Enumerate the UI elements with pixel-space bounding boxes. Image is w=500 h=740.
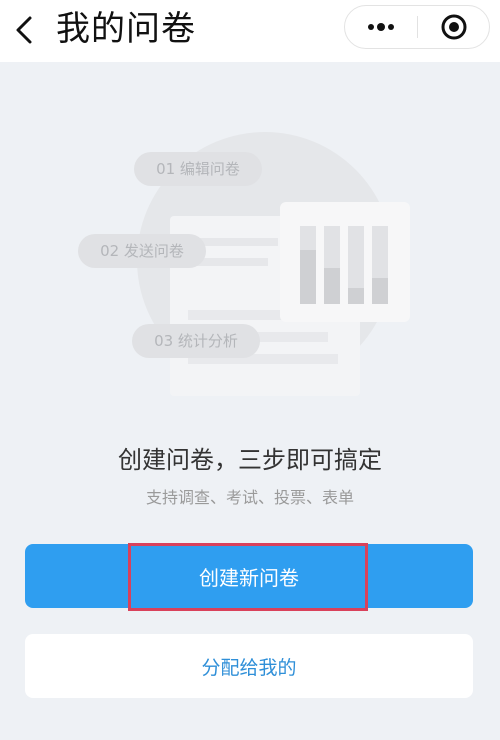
chevron-left-icon[interactable]: [10, 12, 38, 48]
create-questionnaire-button[interactable]: 创建新问卷: [25, 544, 473, 608]
page-title: 我的问卷: [56, 9, 196, 49]
svg-text:02 发送问卷: 02 发送问卷: [100, 242, 184, 260]
target-circle-icon: [441, 14, 467, 40]
close-button[interactable]: [418, 6, 490, 48]
svg-text:03 统计分析: 03 统计分析: [154, 332, 238, 350]
headline: 创建问卷，三步即可搞定: [118, 446, 382, 474]
step-pill-edit: 01 编辑问卷: [134, 152, 262, 186]
subline: 支持调查、考试、投票、表单: [145, 488, 354, 507]
top-bar: 我的问卷: [0, 0, 500, 62]
more-dots-icon: [368, 23, 394, 31]
assigned-to-me-button[interactable]: 分配给我的: [25, 634, 473, 698]
create-button-label: 创建新问卷: [199, 565, 299, 590]
assigned-button-label: 分配给我的: [201, 656, 297, 679]
more-button[interactable]: [345, 6, 417, 48]
mini-program-capsule: [344, 5, 490, 49]
step-pill-send: 02 发送问卷: [78, 234, 206, 268]
svg-text:01 编辑问卷: 01 编辑问卷: [156, 160, 240, 178]
step-pill-analyze: 03 统计分析: [132, 324, 260, 358]
hero-illustration: 01 编辑问卷 02 发送问卷 03 统计分析: [78, 132, 410, 396]
chart-card: [280, 202, 410, 322]
